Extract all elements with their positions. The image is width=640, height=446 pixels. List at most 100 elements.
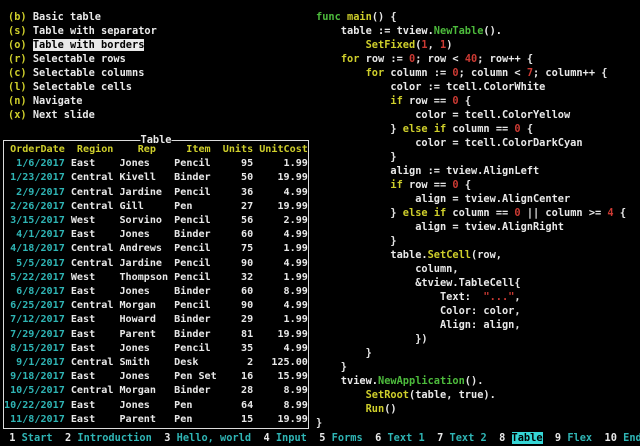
code-token: row == (403, 179, 453, 191)
code-token: } (316, 207, 403, 219)
table-row[interactable]: 10/5/2017 Central Morgan Binder 28 8.99 (4, 384, 308, 398)
code-token: color = tcell.ColorDarkCyan (316, 137, 583, 149)
order-date-cell: 2/26/2017 (4, 201, 65, 212)
slide-tab-flex[interactable]: Flex (567, 432, 592, 444)
code-token: column, (316, 263, 459, 275)
code-token: if (390, 179, 402, 191)
table-row[interactable]: 10/22/2017 East Jones Pen 64 8.99 (4, 399, 308, 413)
menu-item-key: (c) (8, 67, 27, 79)
slide-number: 1 (9, 432, 15, 444)
row-cells: East Jones Binder 60 4.99 (65, 229, 308, 240)
code-token: () { (372, 11, 397, 23)
slide-tab-introduction[interactable]: Introduction (77, 432, 151, 444)
order-date-cell: 5/5/2017 (4, 258, 65, 269)
code-line: SetRoot(table, true). (316, 388, 626, 402)
table-row[interactable]: 1/23/2017 Central Kivell Binder 50 19.99 (4, 171, 308, 185)
code-line: for row := 0; row < 40; row++ { (316, 52, 626, 66)
row-cells: Central Gill Pen 27 19.99 (65, 201, 308, 212)
table-row[interactable]: 5/5/2017 Central Jardine Pencil 90 4.99 (4, 257, 308, 271)
menu-item-label: Table with borders (33, 39, 145, 51)
table-row[interactable]: 11/8/2017 East Parent Pen 15 19.99 (4, 413, 308, 427)
code-line: }) (316, 332, 626, 346)
code-token: () (384, 403, 396, 415)
terminal-window: (b) Basic table(s) Table with separator(… (0, 0, 640, 446)
menu-item-b[interactable]: (b) Basic table (8, 10, 157, 24)
slide-tab-text-2[interactable]: Text 2 (450, 432, 487, 444)
menu-item-c[interactable]: (c) Selectable columns (8, 66, 157, 80)
slide-tab-end[interactable]: End (623, 432, 640, 444)
code-line: column, (316, 262, 626, 276)
code-token: } (316, 123, 403, 135)
menu-item-x[interactable]: (x) Next slide (8, 108, 157, 122)
code-token: column == (446, 123, 514, 135)
table-row[interactable]: 4/18/2017 Central Andrews Pencil 75 1.99 (4, 242, 308, 256)
code-token: align = tview.AlignRight (316, 221, 564, 233)
row-cells: East Howard Binder 29 1.99 (65, 314, 308, 325)
code-line: table.SetCell(row, (316, 248, 626, 262)
code-line: color = tcell.ColorDarkCyan (316, 136, 626, 150)
row-cells: Central Andrews Pencil 75 1.99 (65, 243, 308, 254)
table-row[interactable]: 5/22/2017 West Thompson Pencil 32 1.99 (4, 271, 308, 285)
code-line: align := tview.AlignLeft (316, 164, 626, 178)
menu-item-s[interactable]: (s) Table with separator (8, 24, 157, 38)
table-row[interactable]: 8/15/2017 East Jones Pencil 35 4.99 (4, 342, 308, 356)
table-row[interactable]: 2/9/2017 Central Jardine Pencil 36 4.99 (4, 186, 308, 200)
slide-tab-start[interactable]: Start (22, 432, 53, 444)
code-token: align = tview.AlignCenter (316, 193, 570, 205)
table-row[interactable]: 9/1/2017 Central Smith Desk 2 125.00 (4, 356, 308, 370)
menu-item-label: Basic table (33, 11, 101, 23)
code-token: } (316, 417, 322, 429)
code-token (316, 403, 366, 415)
menu-item-l[interactable]: (l) Selectable cells (8, 80, 157, 94)
table-row[interactable]: 6/25/2017 Central Morgan Pencil 90 4.99 (4, 299, 308, 313)
slide-tab-input[interactable]: Input (276, 432, 307, 444)
row-cells: Central Jardine Pencil 90 4.99 (65, 258, 308, 269)
slide-tab-hello-world[interactable]: Hello, world (177, 432, 251, 444)
orders-table[interactable]: Table OrderDate Region Rep Item Units Un… (3, 140, 309, 429)
code-token: { (459, 179, 471, 191)
code-token: row == (403, 95, 453, 107)
code-line: SetFixed(1, 1) (316, 38, 626, 52)
code-token: SetRoot (366, 389, 409, 401)
slide-number: 5 (319, 432, 325, 444)
slide-number: 8 (499, 432, 505, 444)
order-date-cell: 1/6/2017 (4, 158, 65, 169)
menu-item-o[interactable]: (o) Table with borders (8, 38, 157, 52)
row-cells: Central Smith Desk 2 125.00 (65, 357, 308, 368)
code-token: Text: (316, 291, 483, 303)
code-token: (). (483, 25, 502, 37)
slide-tab-table[interactable]: Table (512, 432, 543, 444)
table-row[interactable]: 4/1/2017 East Jones Binder 60 4.99 (4, 228, 308, 242)
code-token: { (614, 207, 626, 219)
menu-item-label: Selectable columns (33, 67, 145, 79)
slide-tab-forms[interactable]: Forms (332, 432, 363, 444)
table-row[interactable]: 7/29/2017 East Parent Binder 81 19.99 (4, 328, 308, 342)
code-token: ; row < (415, 53, 465, 65)
table-row[interactable]: 1/6/2017 East Jones Pencil 95 1.99 (4, 157, 308, 171)
code-token: for (366, 67, 385, 79)
menu-item-n[interactable]: (n) Navigate (8, 94, 157, 108)
row-cells: East Jones Binder 60 8.99 (65, 286, 308, 297)
order-date-cell: 10/5/2017 (4, 385, 65, 396)
code-token (316, 179, 390, 191)
code-token: ; column++ { (533, 67, 607, 79)
table-row[interactable]: 9/18/2017 East Jones Pen Set 16 15.99 (4, 370, 308, 384)
table-row[interactable]: 7/12/2017 East Howard Binder 29 1.99 (4, 313, 308, 327)
slide-tab-text-1[interactable]: Text 1 (387, 432, 424, 444)
menu-item-key: (l) (8, 81, 27, 93)
code-line: color = tcell.ColorYellow (316, 108, 626, 122)
code-token: "..." (483, 291, 514, 303)
order-date-cell: 3/15/2017 (4, 215, 65, 226)
code-line: Align: align, (316, 318, 626, 332)
code-token: } (316, 235, 397, 247)
table-row[interactable]: 6/8/2017 East Jones Binder 60 8.99 (4, 285, 308, 299)
menu-item-label: Table with separator (33, 25, 157, 37)
menu-item-r[interactable]: (r) Selectable rows (8, 52, 157, 66)
order-date-cell: 2/9/2017 (4, 187, 65, 198)
table-row[interactable]: 2/26/2017 Central Gill Pen 27 19.99 (4, 200, 308, 214)
code-line: } (316, 150, 626, 164)
table-row[interactable]: 3/15/2017 West Sorvino Pencil 56 2.99 (4, 214, 308, 228)
slide-number: 9 (555, 432, 561, 444)
table-rows: OrderDate Region Rep Item Units UnitCost… (4, 143, 308, 428)
code-token: { (459, 95, 471, 107)
